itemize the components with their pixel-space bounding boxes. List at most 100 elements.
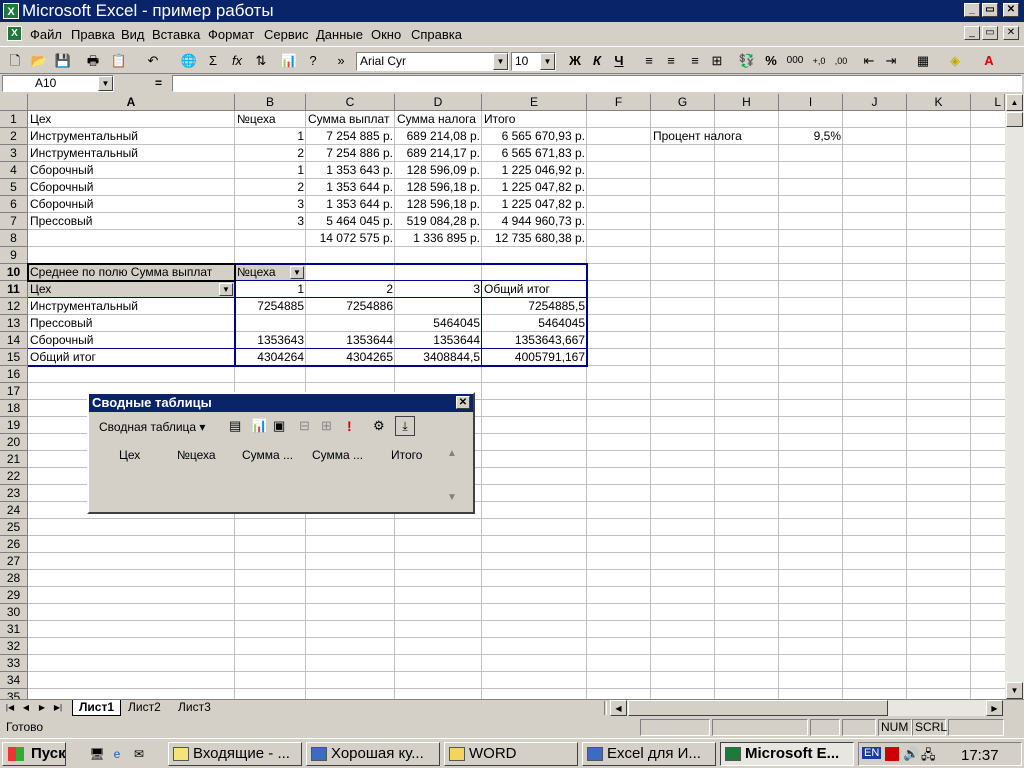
menu-tools[interactable]: Сервис <box>264 27 309 42</box>
cell[interactable]: 2 <box>306 281 395 298</box>
row-header[interactable]: 4 <box>0 162 28 179</box>
column-header[interactable]: E <box>482 94 587 111</box>
cell[interactable]: 4 944 960,73 р. <box>482 213 587 230</box>
cell[interactable]: 128 596,09 р. <box>395 162 482 179</box>
scroll-thumb[interactable] <box>1006 112 1023 127</box>
minimize-button[interactable]: _ <box>964 3 980 17</box>
scroll-thumb[interactable] <box>628 700 888 716</box>
prev-sheet-icon[interactable]: ◀ <box>19 701 33 715</box>
cell[interactable]: 5464045 <box>395 315 482 332</box>
last-sheet-icon[interactable]: ▶| <box>51 701 65 715</box>
row-header[interactable]: 16 <box>0 366 28 383</box>
cell[interactable]: Итого <box>482 111 587 128</box>
formula-equals-button[interactable]: = <box>155 76 162 90</box>
row-header[interactable]: 19 <box>0 417 28 434</box>
row-header[interactable]: 18 <box>0 400 28 417</box>
cell[interactable]: 2 <box>235 179 306 196</box>
row-header[interactable]: 30 <box>0 604 28 621</box>
menu-format[interactable]: Формат <box>208 27 254 42</box>
cell[interactable]: 1 353 644 р. <box>306 196 395 213</box>
row-header[interactable]: 35 <box>0 689 28 699</box>
cell[interactable]: 4304265 <box>306 349 395 366</box>
cell[interactable]: 689 214,17 р. <box>395 145 482 162</box>
row-header[interactable]: 26 <box>0 536 28 553</box>
formula-input[interactable] <box>172 75 1022 92</box>
row-header[interactable]: 17 <box>0 383 28 400</box>
percent-button[interactable]: % <box>760 51 782 71</box>
cell[interactable]: 4005791,167 <box>482 349 587 366</box>
desktop-icon[interactable]: 🖥 <box>88 746 106 762</box>
sheet-tab-1[interactable]: Лист1 <box>72 700 122 716</box>
cell[interactable]: 9,5% <box>779 128 843 145</box>
refresh-data-icon[interactable]: ! <box>347 418 352 434</box>
pivot-toolbar-title-bar[interactable]: Сводные таблицы ✕ <box>89 394 473 412</box>
cell[interactable]: Прессовый <box>28 315 235 332</box>
fields-scroll-up-icon[interactable]: ▲ <box>447 448 457 459</box>
show-detail-icon[interactable]: ⊞ <box>321 418 332 434</box>
row-header[interactable]: 34 <box>0 672 28 689</box>
antivirus-icon[interactable] <box>885 747 899 761</box>
cell[interactable]: №цеха <box>235 111 306 128</box>
cell[interactable]: 7254885 <box>235 298 306 315</box>
row-header[interactable]: 2 <box>0 128 28 145</box>
row-header[interactable]: 32 <box>0 638 28 655</box>
cell[interactable]: 12 735 680,38 р. <box>482 230 587 247</box>
menu-edit[interactable]: Правка <box>71 27 115 42</box>
row-header[interactable]: 5 <box>0 179 28 196</box>
cell[interactable]: 1353644 <box>395 332 482 349</box>
row-header[interactable]: 9 <box>0 247 28 264</box>
clock[interactable]: 17:37 <box>961 747 999 764</box>
select-all-corner[interactable] <box>0 94 28 111</box>
cell[interactable]: Сумма выплат <box>306 111 395 128</box>
borders-icon[interactable]: ▦ <box>912 51 934 71</box>
row-header[interactable]: 27 <box>0 553 28 570</box>
undo-icon[interactable]: ↶ <box>142 51 164 71</box>
row-header[interactable]: 14 <box>0 332 28 349</box>
menu-help[interactable]: Справка <box>411 27 462 42</box>
row-header[interactable]: 8 <box>0 230 28 247</box>
cell[interactable]: 1 <box>235 128 306 145</box>
italic-button[interactable]: К <box>586 51 608 71</box>
pivot-field-button[interactable]: №цеха <box>177 448 216 462</box>
first-sheet-icon[interactable]: |◀ <box>3 701 17 715</box>
row-header[interactable]: 33 <box>0 655 28 672</box>
doc-minimize-button[interactable]: _ <box>964 26 980 40</box>
cell[interactable]: Процент налога <box>651 128 779 145</box>
merge-center-icon[interactable]: ⊞ <box>706 51 728 71</box>
scroll-right-icon[interactable]: ▶ <box>986 700 1003 716</box>
taskbar-button-inbox[interactable]: Входящие - ... <box>168 742 302 766</box>
taskbar-button-excel[interactable]: Microsoft E... <box>720 742 854 766</box>
chevron-down-icon[interactable]: ▼ <box>290 266 304 279</box>
row-header[interactable]: 7 <box>0 213 28 230</box>
cell[interactable]: 6 565 670,93 р. <box>482 128 587 145</box>
print-icon[interactable]: 🖶 <box>82 51 104 71</box>
cell[interactable]: 7254886 <box>306 298 395 315</box>
align-left-icon[interactable]: ≡ <box>638 51 660 71</box>
menu-insert[interactable]: Вставка <box>152 27 200 42</box>
cell[interactable]: 1353644 <box>306 332 395 349</box>
fill-color-icon[interactable]: ◈ <box>944 51 966 71</box>
cell[interactable]: 7 254 886 р. <box>306 145 395 162</box>
row-header[interactable]: 1 <box>0 111 28 128</box>
sheet-tab-3[interactable]: Лист3 <box>172 700 217 716</box>
column-header[interactable]: J <box>843 94 907 111</box>
document-icon[interactable]: X <box>7 26 22 41</box>
cell[interactable]: 1 225 046,92 р. <box>482 162 587 179</box>
excel-icon[interactable]: X <box>3 3 19 19</box>
cell[interactable]: Сборочный <box>28 332 235 349</box>
cell[interactable]: 3 <box>235 213 306 230</box>
row-header[interactable]: 20 <box>0 434 28 451</box>
cell[interactable]: 1 225 047,82 р. <box>482 196 587 213</box>
row-header[interactable]: 3 <box>0 145 28 162</box>
column-header[interactable]: H <box>715 94 779 111</box>
pivot-field-button[interactable]: Цех <box>119 448 140 462</box>
column-header[interactable]: I <box>779 94 843 111</box>
new-icon[interactable]: 🗋 <box>4 51 26 71</box>
cell[interactable]: 1 353 643 р. <box>306 162 395 179</box>
format-report-icon[interactable]: ▤ <box>229 418 241 434</box>
sheet-tab-2[interactable]: Лист2 <box>122 700 167 716</box>
save-icon[interactable]: 💾 <box>52 51 74 71</box>
cell[interactable]: 14 072 575 р. <box>306 230 395 247</box>
pivot-table-menu-button[interactable]: Сводная таблица ▾ <box>99 420 205 434</box>
hide-detail-icon[interactable]: ⊟ <box>299 418 310 434</box>
